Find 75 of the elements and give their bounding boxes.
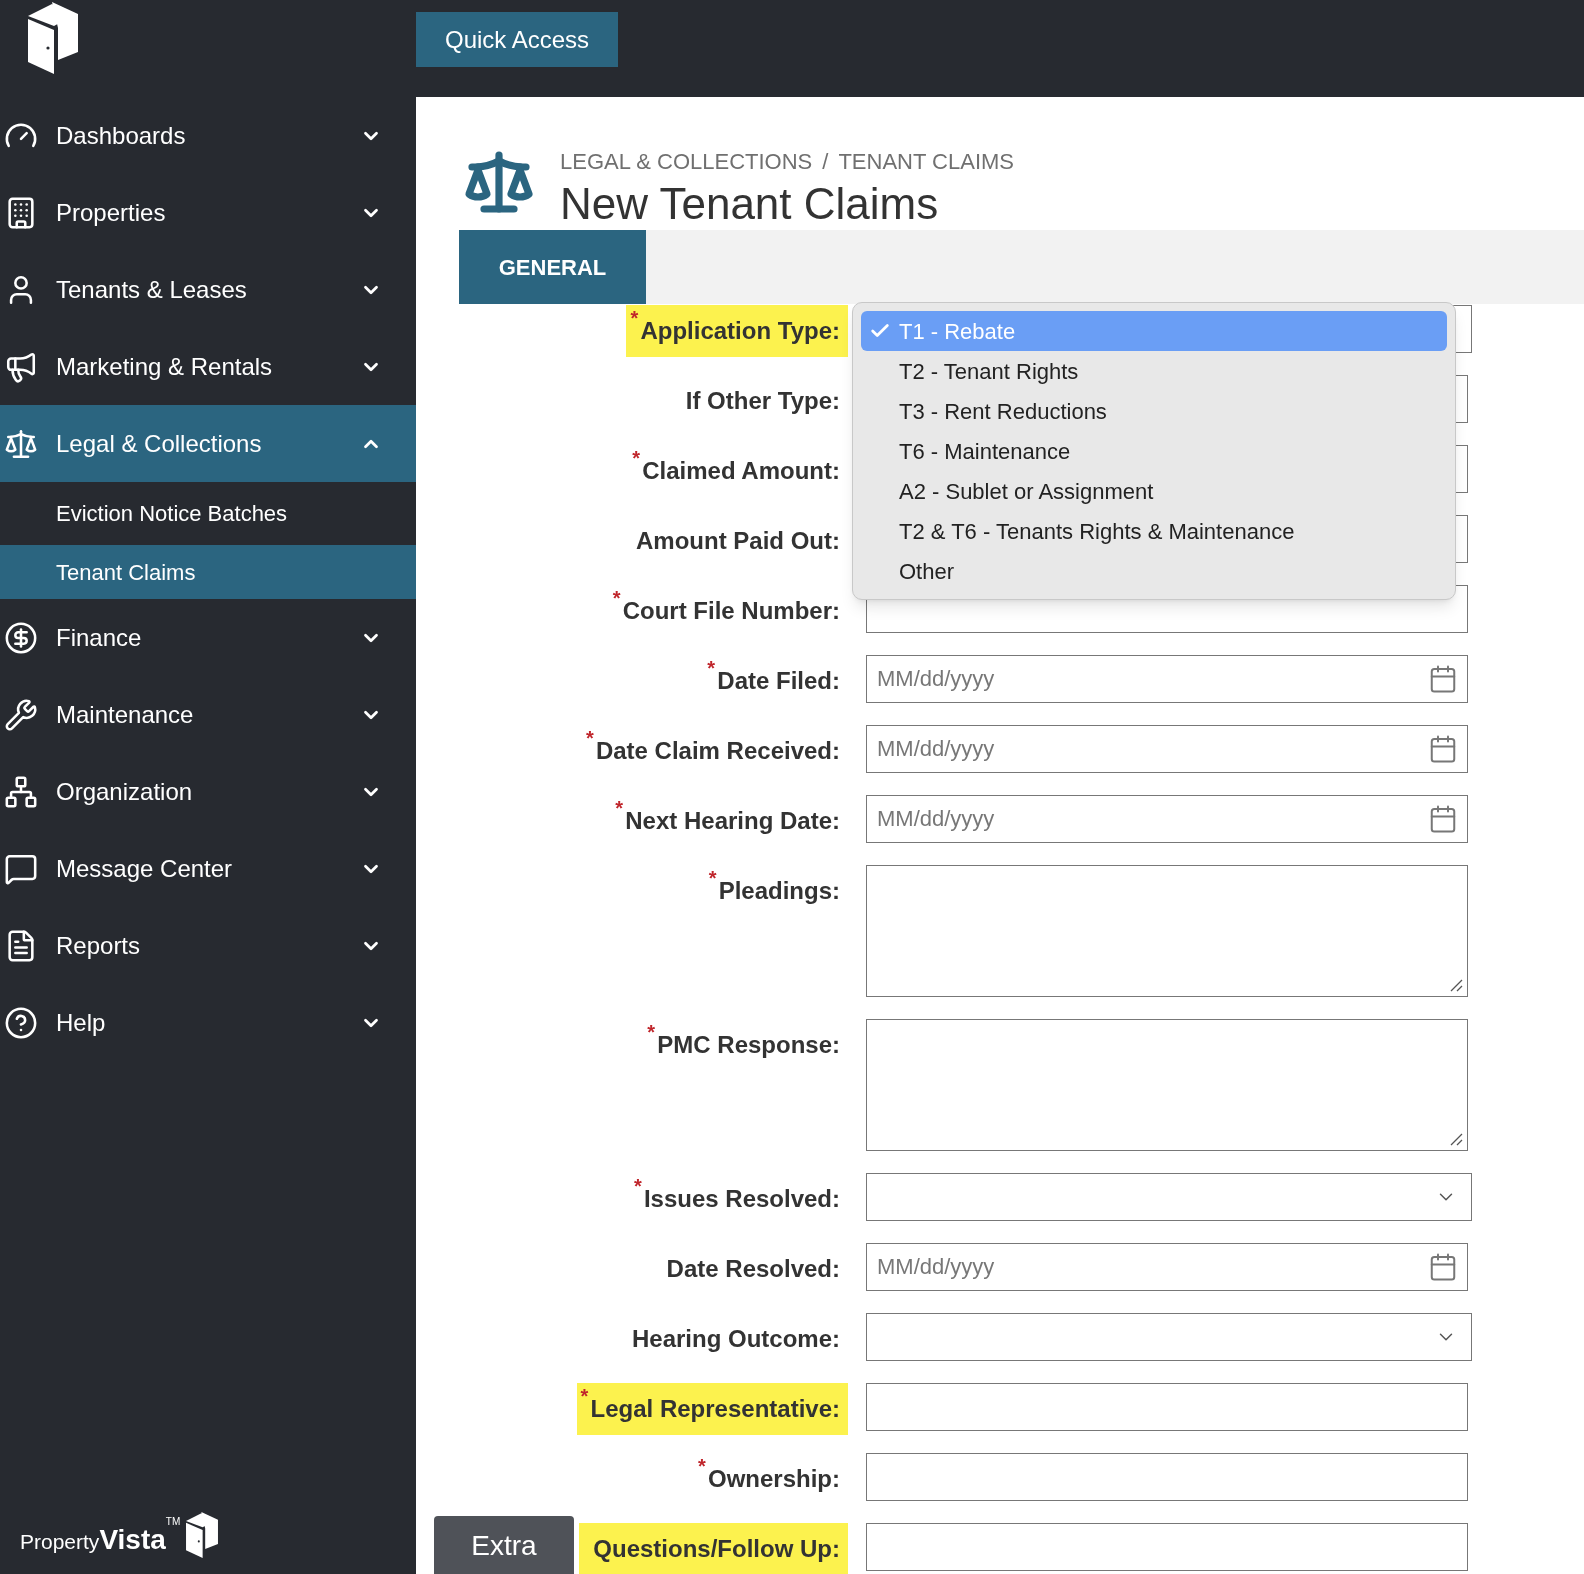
date-field[interactable]: MM/dd/yyyy [866,655,1468,703]
nav-item[interactable]: Finance [0,599,416,676]
nav-item[interactable]: Marketing & Rentals [0,328,416,405]
text-field[interactable] [866,1453,1468,1501]
field-label: Questions/Follow Up: [579,1523,848,1574]
calendar-icon [1428,1252,1458,1282]
field-label: *Date Filed: [706,656,841,696]
help-icon [4,1005,38,1040]
calendar-icon [1428,734,1458,764]
nav-item[interactable]: Help [0,984,416,1061]
nav-item[interactable]: Tenants & Leases [0,251,416,328]
wrench-icon [4,697,38,732]
coin-icon [4,620,38,655]
dropdown-option[interactable]: T6 - Maintenance [861,431,1447,471]
field-label: *Court File Number: [611,586,841,626]
text-field[interactable] [866,1523,1468,1571]
field-label: *Next Hearing Date: [614,796,841,836]
nav-item[interactable]: Legal & Collections [0,405,416,482]
resize-handle-icon [1449,1132,1463,1146]
nav-item[interactable]: Maintenance [0,676,416,753]
date-field[interactable]: MM/dd/yyyy [866,725,1468,773]
field-label: *Pleadings: [707,866,841,906]
nav-label: Reports [56,930,142,961]
field-label: Hearing Outcome: [630,1324,841,1354]
field-label: Date Resolved: [665,1254,841,1284]
brand-logo-icon [186,1512,219,1558]
dropdown-option[interactable]: T3 - Rent Reductions [861,391,1447,431]
field-label: *Ownership: [697,1454,841,1494]
nav-subitem[interactable]: Tenant Claims [0,545,416,599]
tab[interactable]: GENERAL [459,230,646,304]
field-label: *Issues Resolved: [632,1174,841,1214]
date-field[interactable]: MM/dd/yyyy [866,795,1468,843]
calendar-icon [1428,804,1458,834]
dropdown-option[interactable]: T2 - Tenant Rights [861,351,1447,391]
nav-label: Tenants & Leases [56,274,248,305]
field-label: *Legal Representative: [576,1383,848,1435]
select-field[interactable] [866,1313,1472,1361]
dropdown-option[interactable]: T2 & T6 - Tenants Rights & Maintenance [861,511,1447,551]
date-field[interactable]: MM/dd/yyyy [866,1243,1468,1291]
trademark: TM [165,1515,181,1529]
field-label: *PMC Response: [646,1020,841,1060]
nav-item[interactable]: Message Center [0,830,416,907]
nav-subitem[interactable]: Eviction Notice Batches [0,482,416,545]
resize-handle-icon [1449,978,1463,992]
nav-item[interactable]: Reports [0,907,416,984]
field-label: Amount Paid Out: [635,526,841,556]
field-label: If Other Type: [684,386,841,416]
breadcrumb-link[interactable]: LEGAL & COLLECTIONS [560,145,813,178]
nav-label: Dashboards [56,120,187,151]
text-field[interactable] [866,1383,1468,1431]
nav-label: Marketing & Rentals [56,351,274,382]
extra-button[interactable]: Extra [434,1516,574,1574]
nav-label: Properties [56,197,167,228]
nav-label: Help [56,1007,107,1038]
nav-label: Organization [56,776,194,807]
breadcrumb-separator: / [822,148,829,176]
select-field[interactable] [866,1173,1472,1221]
field-label: *Application Type: [626,305,848,357]
breadcrumb-link[interactable]: TENANT CLAIMS [838,145,1015,178]
nav-label: Maintenance [56,699,195,730]
calendar-icon [1428,664,1458,694]
page-title: New Tenant Claims [560,178,940,230]
brand-name: PropertyVista [20,1526,166,1557]
network-icon [4,774,38,809]
nav-item[interactable]: Properties [0,174,416,251]
nav-label: Finance [56,622,143,653]
nav-label: Legal & Collections [56,428,263,459]
dropdown-option[interactable]: A2 - Sublet or Assignment [861,471,1447,511]
quick-access-button[interactable]: Quick Access [416,12,619,67]
dropdown-option[interactable]: Other [861,551,1447,591]
nav-label: Message Center [56,853,234,884]
nav-item[interactable]: Organization [0,753,416,830]
nav-item[interactable]: Dashboards [0,97,416,174]
field-label: *Claimed Amount: [631,446,841,486]
field-label: *Date Claim Received: [584,726,841,766]
